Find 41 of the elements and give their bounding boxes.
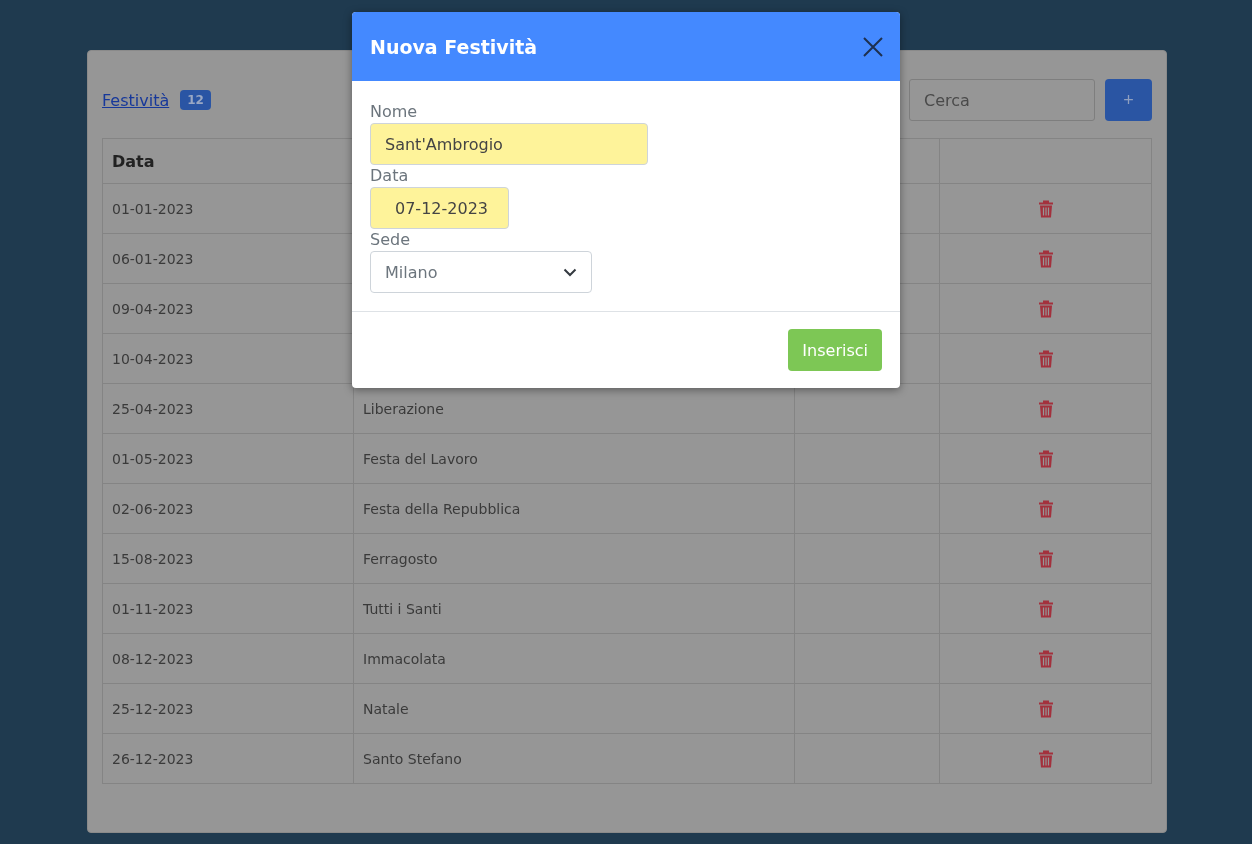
- name-cell: Tutti i Santi: [353, 583, 795, 634]
- date-cell: 01-05-2023: [102, 433, 354, 484]
- date-cell: 02-06-2023: [102, 483, 354, 534]
- date-cell: 25-04-2023: [102, 383, 354, 434]
- chevron-icon: [563, 267, 577, 277]
- date-cell: 01-11-2023: [102, 583, 354, 634]
- trash-icon[interactable]: [1037, 349, 1054, 368]
- name-cell: Festa della Repubblica: [353, 483, 795, 534]
- close-icon[interactable]: [862, 35, 884, 58]
- trash-icon[interactable]: [1037, 449, 1054, 468]
- field-label: Nome: [370, 101, 419, 123]
- search-field[interactable]: Cerca: [909, 79, 1095, 121]
- add-button[interactable]: +: [1105, 79, 1152, 121]
- name-cell: Natale: [353, 683, 795, 734]
- trash-icon[interactable]: [1037, 599, 1054, 618]
- trash-icon[interactable]: [1037, 699, 1054, 718]
- trash-icon[interactable]: [1037, 749, 1054, 768]
- date-cell: 08-12-2023: [102, 633, 354, 684]
- count-badge: 12: [180, 90, 211, 110]
- trash-icon[interactable]: [1037, 199, 1054, 218]
- date-field[interactable]: 07-12-2023: [370, 187, 509, 229]
- trash-icon[interactable]: [1037, 649, 1054, 668]
- date-cell: 26-12-2023: [102, 733, 354, 784]
- field-label: Data: [370, 165, 410, 187]
- trash-icon[interactable]: [1037, 549, 1054, 568]
- trash-icon[interactable]: [1037, 499, 1054, 518]
- trash-icon[interactable]: [1037, 249, 1054, 268]
- date-cell: 15-08-2023: [102, 533, 354, 584]
- name-cell: Immacolata: [353, 633, 795, 684]
- field-label: Sede: [370, 229, 411, 251]
- column-header: Data: [102, 138, 354, 184]
- trash-icon[interactable]: [1037, 299, 1054, 318]
- name-field[interactable]: Sant'Ambrogio: [370, 123, 648, 165]
- location-select[interactable]: Milano: [370, 251, 592, 293]
- dialog-title: Nuova Festività: [370, 35, 538, 58]
- date-cell: 25-12-2023: [102, 683, 354, 734]
- trash-icon[interactable]: [1037, 399, 1054, 418]
- name-cell: Festa del Lavoro: [353, 433, 795, 484]
- title-link[interactable]: Festività: [102, 90, 170, 110]
- name-cell: Ferragosto: [353, 533, 795, 584]
- name-cell: Santo Stefano: [353, 733, 795, 784]
